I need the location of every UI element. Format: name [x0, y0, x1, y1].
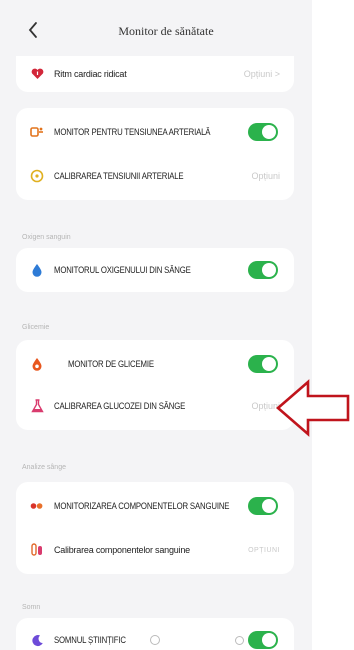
phone-screen: Monitor de sănătate Ritm cardiac ridicat… [0, 0, 312, 650]
info-icon[interactable] [150, 635, 160, 645]
blood-components-card: MONITORIZAREA COMPONENTELOR SANGUINE Cal… [16, 482, 294, 574]
gauge-icon [30, 169, 44, 183]
toggle-knob [262, 357, 276, 371]
glucose-monitor-row: MONITOR DE GLICEMIE [16, 344, 294, 384]
sleep-card: SOMNUL ȘTIINȚIFIC [16, 618, 294, 650]
blood-calibration-label: Calibrarea componentelor sanguine [54, 545, 190, 555]
bp-calibration-options-link[interactable]: Opțiuni [251, 171, 280, 181]
toggle-knob [262, 633, 276, 647]
moon-icon [30, 633, 44, 647]
glucose-calibration-row[interactable]: CALIBRAREA GLUCOZEI DIN SÂNGE Opțiuni [16, 386, 294, 426]
oxygen-monitor-label: MONITORUL OXIGENULUI DIN SÂNGE [54, 264, 191, 276]
heart-icon [30, 67, 44, 81]
bp-monitor-label: MONITOR PENTRU TENSIUNEA ARTERIALĂ [54, 126, 211, 138]
droplet-icon [30, 263, 44, 277]
section-label-sleep: Somn [22, 604, 41, 611]
heart-rate-options-link[interactable]: Opțiuni > [244, 69, 280, 79]
toggle-knob [262, 125, 276, 139]
back-arrow-icon[interactable] [26, 20, 40, 40]
section-label-glucose: Glicemie [22, 324, 50, 331]
blood-calibration-options-link[interactable]: OPȚIUNI [248, 547, 280, 554]
sleep-monitor-toggle[interactable] [248, 631, 278, 649]
bp-monitor-toggle[interactable] [248, 123, 278, 141]
blood-pressure-icon [30, 125, 44, 139]
bp-calibration-row[interactable]: CALIBRAREA TENSIUNII ARTERIALE Opțiuni [16, 156, 294, 196]
blood-cells-icon [30, 499, 44, 513]
oxygen-monitor-row: MONITORUL OXIGENULUI DIN SÂNGE [16, 250, 294, 290]
heart-rate-card: Ritm cardiac ridicat Opțiuni > [16, 56, 294, 92]
glucose-calibration-label: CALIBRAREA GLUCOZEI DIN SÂNGE [54, 400, 186, 412]
glucose-drop-icon [30, 357, 44, 371]
section-label-oxygen: Oxigen sanguin [22, 234, 71, 241]
sleep-monitor-row: SOMNUL ȘTIINȚIFIC [16, 620, 294, 650]
highlight-arrow-icon [276, 379, 350, 437]
glucose-card: MONITOR DE GLICEMIE CALIBRAREA GLUCOZEI … [16, 340, 294, 430]
blood-monitor-toggle[interactable] [248, 497, 278, 515]
high-heart-rate-row[interactable]: Ritm cardiac ridicat Opțiuni > [16, 54, 294, 94]
test-tubes-icon [30, 543, 44, 557]
bp-calibration-label: CALIBRAREA TENSIUNII ARTERIALE [54, 170, 184, 182]
toggle-knob [262, 499, 276, 513]
blood-oxygen-card: MONITORUL OXIGENULUI DIN SÂNGE [16, 248, 294, 292]
glucose-monitor-label: MONITOR DE GLICEMIE [68, 358, 154, 370]
app-header: Monitor de sănătate [0, 0, 312, 58]
oxygen-monitor-toggle[interactable] [248, 261, 278, 279]
blood-pressure-card: MONITOR PENTRU TENSIUNEA ARTERIALĂ CALIB… [16, 108, 294, 200]
bp-monitor-row: MONITOR PENTRU TENSIUNEA ARTERIALĂ [16, 112, 294, 152]
blood-calibration-row[interactable]: Calibrarea componentelor sanguine OPȚIUN… [16, 530, 294, 570]
high-heart-rate-label: Ritm cardiac ridicat [54, 69, 127, 79]
section-label-blood: Analize sânge [22, 464, 66, 471]
blood-monitor-label: MONITORIZAREA COMPONENTELOR SANGUINE [54, 500, 230, 512]
page-title: Monitor de sănătate [118, 24, 214, 38]
blood-monitor-row: MONITORIZAREA COMPONENTELOR SANGUINE [16, 486, 294, 526]
info-icon[interactable] [235, 635, 244, 645]
sleep-monitor-label: SOMNUL ȘTIINȚIFIC [54, 634, 126, 646]
glucose-monitor-toggle[interactable] [248, 355, 278, 373]
flask-icon [30, 399, 44, 413]
toggle-knob [262, 263, 276, 277]
